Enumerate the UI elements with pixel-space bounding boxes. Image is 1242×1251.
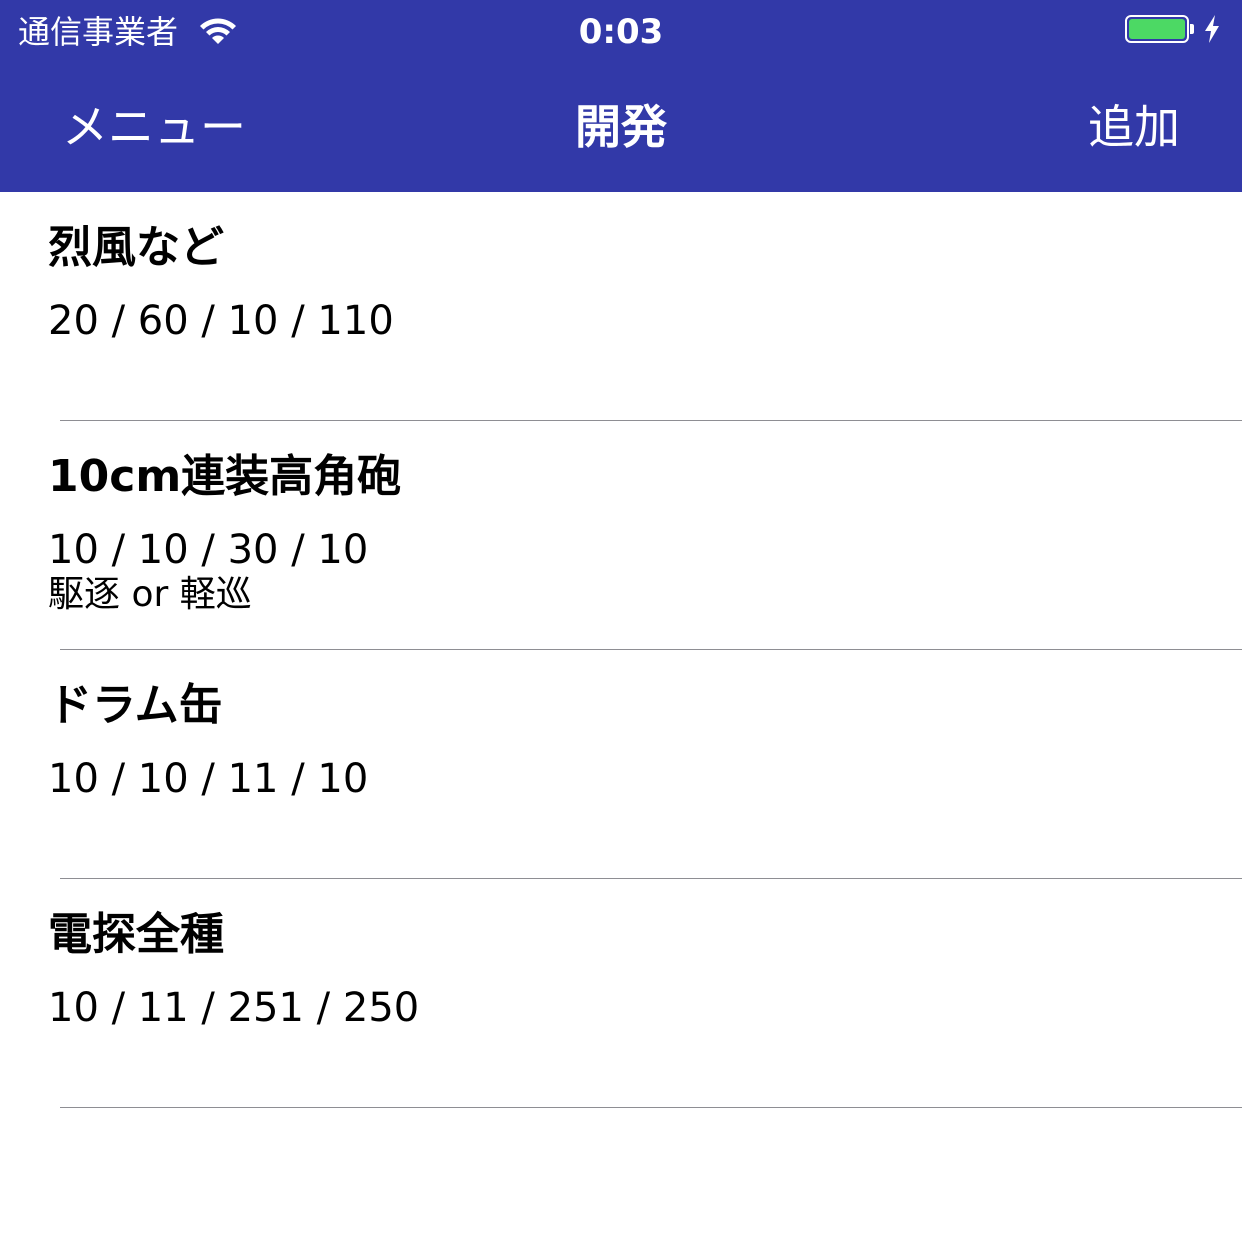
battery-indicator bbox=[1125, 14, 1222, 44]
recipe-list: 烈風など 20 / 60 / 10 / 110 10cm連装高角砲 10 / 1… bbox=[0, 192, 1242, 1108]
battery-nub bbox=[1190, 24, 1194, 34]
header: 通信事業者 0:03 メニュー 開発 追加 bbox=[0, 0, 1242, 192]
item-note: 駆逐 or 軽巡 bbox=[48, 574, 252, 615]
battery-fill bbox=[1129, 19, 1185, 39]
battery-icon bbox=[1125, 15, 1189, 43]
item-title: 電探全種 bbox=[48, 909, 224, 960]
item-title: ドラム缶 bbox=[48, 680, 223, 731]
list-item[interactable]: 電探全種 10 / 11 / 251 / 250 bbox=[48, 879, 1242, 1108]
add-button[interactable]: 追加 bbox=[1088, 98, 1180, 156]
item-recipe: 20 / 60 / 10 / 110 bbox=[48, 298, 394, 344]
navigation-bar: メニュー 開発 追加 bbox=[0, 64, 1242, 192]
status-time: 0:03 bbox=[578, 12, 664, 52]
item-title: 10cm連装高角砲 bbox=[48, 451, 402, 502]
item-recipe: 10 / 10 / 30 / 10 bbox=[48, 527, 369, 573]
charging-bolt-icon bbox=[1205, 15, 1219, 43]
item-title: 烈風など bbox=[48, 222, 224, 273]
item-recipe: 10 / 11 / 251 / 250 bbox=[48, 985, 420, 1031]
status-bar: 通信事業者 0:03 bbox=[0, 0, 1242, 64]
page-title: 開発 bbox=[575, 100, 667, 154]
list-item[interactable]: ドラム缶 10 / 10 / 11 / 10 bbox=[48, 650, 1242, 879]
list-item[interactable]: 烈風など 20 / 60 / 10 / 110 bbox=[48, 192, 1242, 421]
item-recipe: 10 / 10 / 11 / 10 bbox=[48, 756, 369, 802]
list-item[interactable]: 10cm連装高角砲 10 / 10 / 30 / 10 駆逐 or 軽巡 bbox=[48, 421, 1242, 650]
